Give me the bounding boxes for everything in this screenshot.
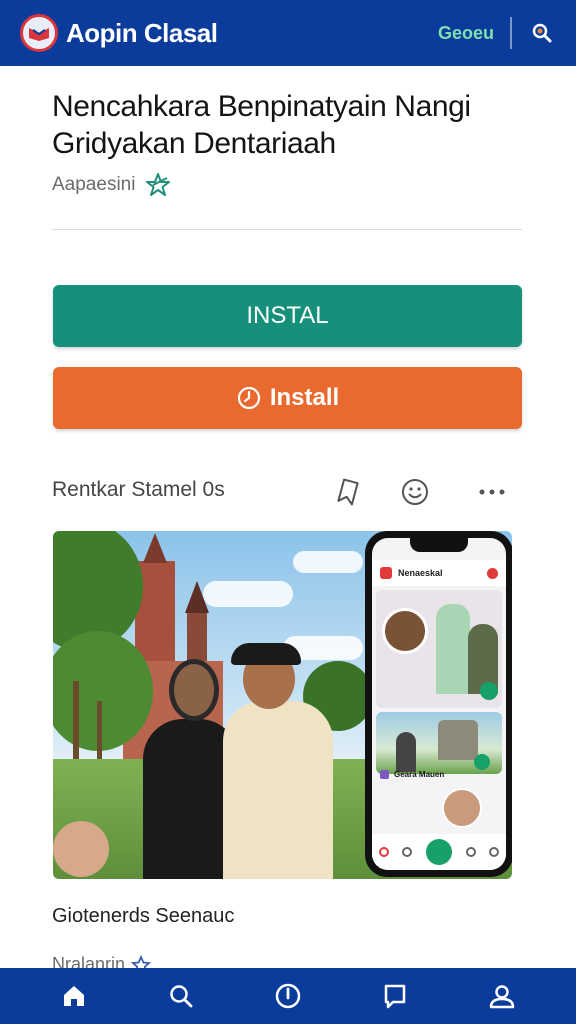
- title-line-2: Gridyakan Dentariaah: [52, 127, 336, 160]
- search-icon: [170, 985, 193, 1008]
- phone-profile-icon: [487, 567, 498, 579]
- search-button[interactable]: [528, 19, 556, 47]
- phone-feed-image: [376, 712, 502, 774]
- person-man-hat: [231, 643, 301, 665]
- phone-avatar: [442, 788, 482, 828]
- app-listing-title: Nencahkara Benpinatyain Nangi Gridyakan …: [52, 88, 532, 162]
- phone-feed-card: [376, 590, 502, 708]
- phone-person: [396, 732, 416, 772]
- nav-profile[interactable]: [482, 976, 522, 1016]
- phone-avatar: [382, 608, 428, 654]
- clock-icon: [237, 386, 260, 410]
- screenshot-caption-title: Giotenerds Seenauc: [52, 905, 235, 927]
- react-button[interactable]: [400, 476, 430, 508]
- star-icon: [146, 173, 171, 196]
- cloud: [293, 551, 363, 573]
- nav-search[interactable]: [161, 976, 201, 1016]
- phone-app-title: Nenaeskal: [398, 568, 443, 578]
- phone-person: [436, 604, 470, 694]
- profile-icon: [490, 985, 515, 1009]
- nav-messages[interactable]: [375, 976, 415, 1016]
- developer-name[interactable]: Aapaesini: [52, 174, 135, 196]
- home-icon: [63, 986, 84, 1006]
- phone-chat-icon: [480, 682, 498, 700]
- phone-bottom-nav: [372, 834, 506, 870]
- header-link[interactable]: Geoeu: [438, 23, 494, 44]
- phone-nav-icon: [465, 847, 476, 857]
- phone-app-bar: Nenaeskal: [372, 560, 506, 586]
- info-icon: [275, 983, 301, 1009]
- phone-screen: Nenaeskal Geara Mauen: [372, 538, 506, 870]
- install-button-primary[interactable]: INSTAL: [53, 285, 522, 347]
- phone-caption: Geara Mauen: [380, 770, 444, 779]
- phone-chat-fab-icon: [425, 839, 452, 865]
- person-woman-head: [169, 659, 219, 721]
- install-button-secondary-label: Install: [269, 384, 340, 411]
- section-title: Rentkar Stamel 0s: [52, 478, 225, 501]
- bookmark-button[interactable]: [333, 476, 363, 508]
- app-screenshot[interactable]: Nenaeskal Geara Mauen: [53, 531, 512, 879]
- phone-nav-icon: [378, 847, 389, 857]
- person-bald-head: [53, 821, 109, 877]
- more-options-button[interactable]: [477, 476, 507, 508]
- bookmark-icon: [384, 984, 406, 1009]
- nav-home[interactable]: [54, 976, 94, 1016]
- phone-caption-icon: [380, 770, 389, 779]
- cloud: [203, 581, 293, 607]
- header-divider: [510, 17, 512, 49]
- church-spire-small: [185, 581, 209, 613]
- more-icon: [479, 489, 505, 495]
- phone-notch: [410, 538, 468, 552]
- phone-nav-icon: [402, 847, 413, 857]
- bottom-navigation: [0, 968, 576, 1024]
- app-logo-icon: [20, 14, 58, 52]
- phone-chat-icon: [474, 754, 490, 770]
- title-line-1: Nencahkara Benpinatyain Nangi: [52, 90, 471, 123]
- app-title: Aopin Clasal: [66, 17, 218, 48]
- developer-row[interactable]: Aapaesini: [52, 172, 171, 198]
- bookmark-icon: [337, 478, 359, 506]
- nav-info[interactable]: [268, 976, 308, 1016]
- phone-building: [438, 720, 478, 760]
- smile-icon: [402, 479, 428, 505]
- install-button-primary-label: INSTAL: [246, 302, 329, 329]
- top-app-bar: Aopin Clasal Geoeu: [0, 0, 576, 66]
- person-man: [223, 701, 333, 879]
- phone-app-logo-icon: [380, 567, 392, 579]
- phone-caption-text: Geara Mauen: [394, 770, 445, 779]
- phone-nav-icon: [489, 847, 500, 857]
- install-button-secondary[interactable]: Install: [53, 367, 522, 429]
- section-divider: [52, 229, 522, 230]
- church-spire: [143, 533, 167, 563]
- phone-mockup: Nenaeskal Geara Mauen: [365, 531, 512, 877]
- search-icon: [532, 23, 552, 43]
